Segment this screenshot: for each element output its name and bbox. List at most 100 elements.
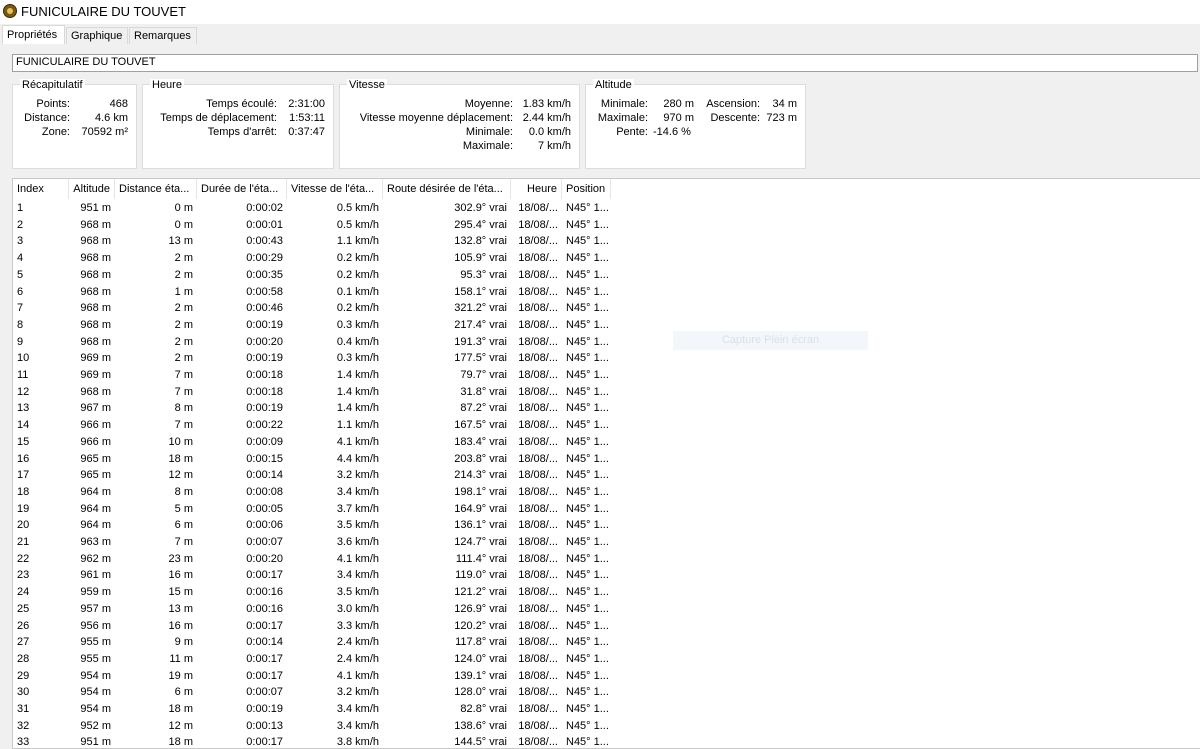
table-row[interactable]: 27 955 m 9 m 0:00:14 2.4 km/h 117.8° vrai 18/0… [13,634,613,651]
table-row[interactable]: 12 968 m 7 m 0:00:18 1.4 km/h 31.8° vrai 18/08… [13,384,613,401]
table-row[interactable]: 21 963 m 7 m 0:00:07 3.6 km/h 124.7° vrai 18/0… [13,534,613,551]
col-speed-cell: 3.5 km/h [336,519,379,532]
col-duration-cell: 0:00:19 [246,352,283,365]
col-distance-cell: 7 m [174,385,193,398]
table-row[interactable]: 22 962 m 23 m 0:00:20 4.1 km/h 111.4° vrai 18/… [13,551,613,568]
min-speed-value: 0.0 km/h [528,126,571,138]
col-position-cell: N45° 1... [566,252,609,265]
col-duration-cell: 0:00:58 [246,285,283,298]
table-row[interactable]: 23 961 m 16 m 0:00:17 3.4 km/h 119.0° vrai 18/… [13,567,613,584]
speed-group: Vitesse Moyenne: 1.83 km/h Vitesse moyen… [339,79,580,169]
elapsed-value: 2:31:00 [288,98,325,110]
table-row[interactable]: 11 969 m 7 m 0:00:18 1.4 km/h 79.7° vrai 18/08… [13,367,613,384]
col-route-cell: 82.8° vrai [460,703,507,715]
col-index-header[interactable]: Index [13,179,69,199]
table-row[interactable]: 19 964 m 5 m 0:00:05 3.7 km/h 164.9° vrai 18/0… [13,501,613,518]
properties-panel: FUNICULAIRE DU TOUVET Récapitulatif Poin… [0,44,1200,749]
col-time-cell: 18/08/... [518,552,558,565]
col-time-cell: 18/08/... [518,252,558,265]
table-row[interactable]: 15 966 m 10 m 0:00:09 4.1 km/h 183.4° vrai 18/… [13,434,613,451]
table-row[interactable]: 33 951 m 18 m 0:00:17 3.8 km/h 144.5° vrai 18/… [13,734,613,749]
moving-avg-speed-label: Vitesse moyenne déplacement: [359,112,513,124]
col-speed-header[interactable]: Vitesse de l'éta... [287,179,383,199]
distance-label: Distance: [24,112,70,124]
col-index-cell: 27 [17,636,30,649]
col-duration-cell: 0:00:43 [246,235,283,248]
max-speed-label: Maximale: [462,140,513,152]
table-row[interactable]: 31 954 m 18 m 0:00:19 3.4 km/h 82.8° vrai 18/0… [13,701,613,718]
table-row[interactable]: 10 969 m 2 m 0:00:19 0.3 km/h 177.5° vrai 18/0… [13,350,613,367]
col-position-cell: N45° 1... [566,419,609,432]
col-route-cell: 31.8° vrai [460,385,507,398]
col-route-cell: 111.4° vrai [455,552,507,565]
table-row[interactable]: 29 954 m 19 m 0:00:17 4.1 km/h 139.1° vrai 18/… [13,668,613,685]
track-name-field[interactable]: FUNICULAIRE DU TOUVET [12,54,1198,72]
col-time-header[interactable]: Heure [511,179,562,199]
col-distance-cell: 6 m [174,686,193,699]
table-row[interactable]: 17 965 m 12 m 0:00:14 3.2 km/h 214.3° vrai 18/… [13,467,613,484]
col-index-cell: 21 [17,536,30,548]
slope-value: -14.6 % [653,126,691,138]
table-row[interactable]: 18 964 m 8 m 0:00:08 3.4 km/h 198.1° vrai 18/0… [13,484,613,501]
table-row[interactable]: 14 966 m 7 m 0:00:22 1.1 km/h 167.5° vrai 18/0… [13,417,613,434]
tab-proprietes[interactable]: Propriétés [2,25,65,46]
col-index-cell: 9 [17,335,24,348]
col-altitude-cell: 962 m [80,552,111,565]
col-duration-cell: 0:00:14 [246,469,283,482]
col-duration-cell: 0:00:17 [246,619,283,632]
tab-remarques[interactable]: Remarques [129,27,197,45]
table-row[interactable]: 16 965 m 18 m 0:00:15 4.4 km/h 203.8° vrai 18/… [13,451,613,468]
col-route-cell: 126.9° vrai [454,602,507,615]
table-row[interactable]: 26 956 m 16 m 0:00:17 3.3 km/h 120.2° vrai 18/… [13,618,613,635]
table-row[interactable]: 24 959 m 15 m 0:00:16 3.5 km/h 121.2° vrai 18/… [13,584,613,601]
table-row[interactable]: 3 968 m 13 m 0:00:43 1.1 km/h 132.8° vrai 18/0… [13,233,613,250]
col-duration-header[interactable]: Durée de l'éta... [197,179,287,199]
col-position-cell: N45° 1... [566,552,609,565]
col-altitude-cell: 964 m [80,502,111,515]
col-speed-cell: 3.5 km/h [336,586,379,599]
col-index-cell: 22 [17,552,30,565]
col-altitude-cell: 968 m [80,285,111,298]
table-row[interactable]: 7 968 m 2 m 0:00:46 0.2 km/h 321.2° vrai 18/08… [13,300,613,317]
table-row[interactable]: 6 968 m 1 m 0:00:58 0.1 km/h 158.1° vrai 18/08… [13,284,613,301]
col-position-header[interactable]: Position [562,179,611,199]
col-speed-cell: 2.4 km/h [336,652,379,665]
points-table[interactable]: Index Altitude Distance éta... Durée de l'é… [12,178,1200,749]
moving-time-label: Temps de déplacement: [160,112,277,124]
col-altitude-cell: 968 m [80,235,111,248]
col-distance-cell: 2 m [174,268,193,281]
col-distance-header[interactable]: Distance éta... [115,179,197,199]
min-altitude-value: 280 m [663,98,694,110]
table-row[interactable]: 8 968 m 2 m 0:00:19 0.3 km/h 217.4° vrai 18/08… [13,317,613,334]
col-altitude-cell: 966 m [80,419,111,432]
table-row[interactable]: 5 968 m 2 m 0:00:35 0.2 km/h 95.3° vrai 18/08/… [13,267,613,284]
col-route-header[interactable]: Route désirée de l'éta... [383,179,511,199]
col-duration-cell: 0:00:22 [246,419,283,432]
max-speed-value: 7 km/h [537,140,571,152]
col-altitude-header[interactable]: Altitude [69,179,115,199]
table-row[interactable]: 1 951 m 0 m 0:00:02 0.5 km/h 302.9° vrai 18/08… [13,200,613,217]
table-row[interactable]: 30 954 m 6 m 0:00:07 3.2 km/h 128.0° vrai 18/0… [13,684,613,701]
col-route-cell: 79.7° vrai [460,369,507,381]
col-index-cell: 18 [17,485,30,498]
table-row[interactable]: 9 968 m 2 m 0:00:20 0.4 km/h 191.3° vrai 18/08… [13,334,613,351]
table-row[interactable]: 28 955 m 11 m 0:00:17 2.4 km/h 124.0° vrai 18/… [13,651,613,668]
table-row[interactable]: 20 964 m 6 m 0:00:06 3.5 km/h 136.1° vrai 18/0… [13,517,613,534]
col-route-cell: 132.8° vrai [454,235,507,248]
col-speed-cell: 0.4 km/h [336,335,379,348]
tab-graphique[interactable]: Graphique [66,27,128,45]
col-route-cell: 117.8° vrai [455,636,507,649]
col-duration-cell: 0:00:01 [246,218,283,231]
table-row[interactable]: 4 968 m 2 m 0:00:29 0.2 km/h 105.9° vrai 18/08… [13,250,613,267]
table-row[interactable]: 25 957 m 13 m 0:00:16 3.0 km/h 126.9° vrai 18/… [13,601,613,618]
col-index-cell: 29 [17,669,30,682]
col-speed-cell: 4.1 km/h [336,552,379,565]
table-row[interactable]: 2 968 m 0 m 0:00:01 0.5 km/h 295.4° vrai 18/08… [13,217,613,234]
table-row[interactable]: 13 967 m 8 m 0:00:19 1.4 km/h 87.2° vrai 18/08… [13,400,613,417]
altitude-title: Altitude [593,79,634,91]
zone-value: 70592 m² [81,126,128,138]
col-position-cell: N45° 1... [566,485,609,498]
col-route-cell: 139.1° vrai [454,669,507,682]
col-time-cell: 18/08/... [518,736,558,749]
table-row[interactable]: 32 952 m 12 m 0:00:13 3.4 km/h 138.6° vrai 18/… [13,718,613,735]
